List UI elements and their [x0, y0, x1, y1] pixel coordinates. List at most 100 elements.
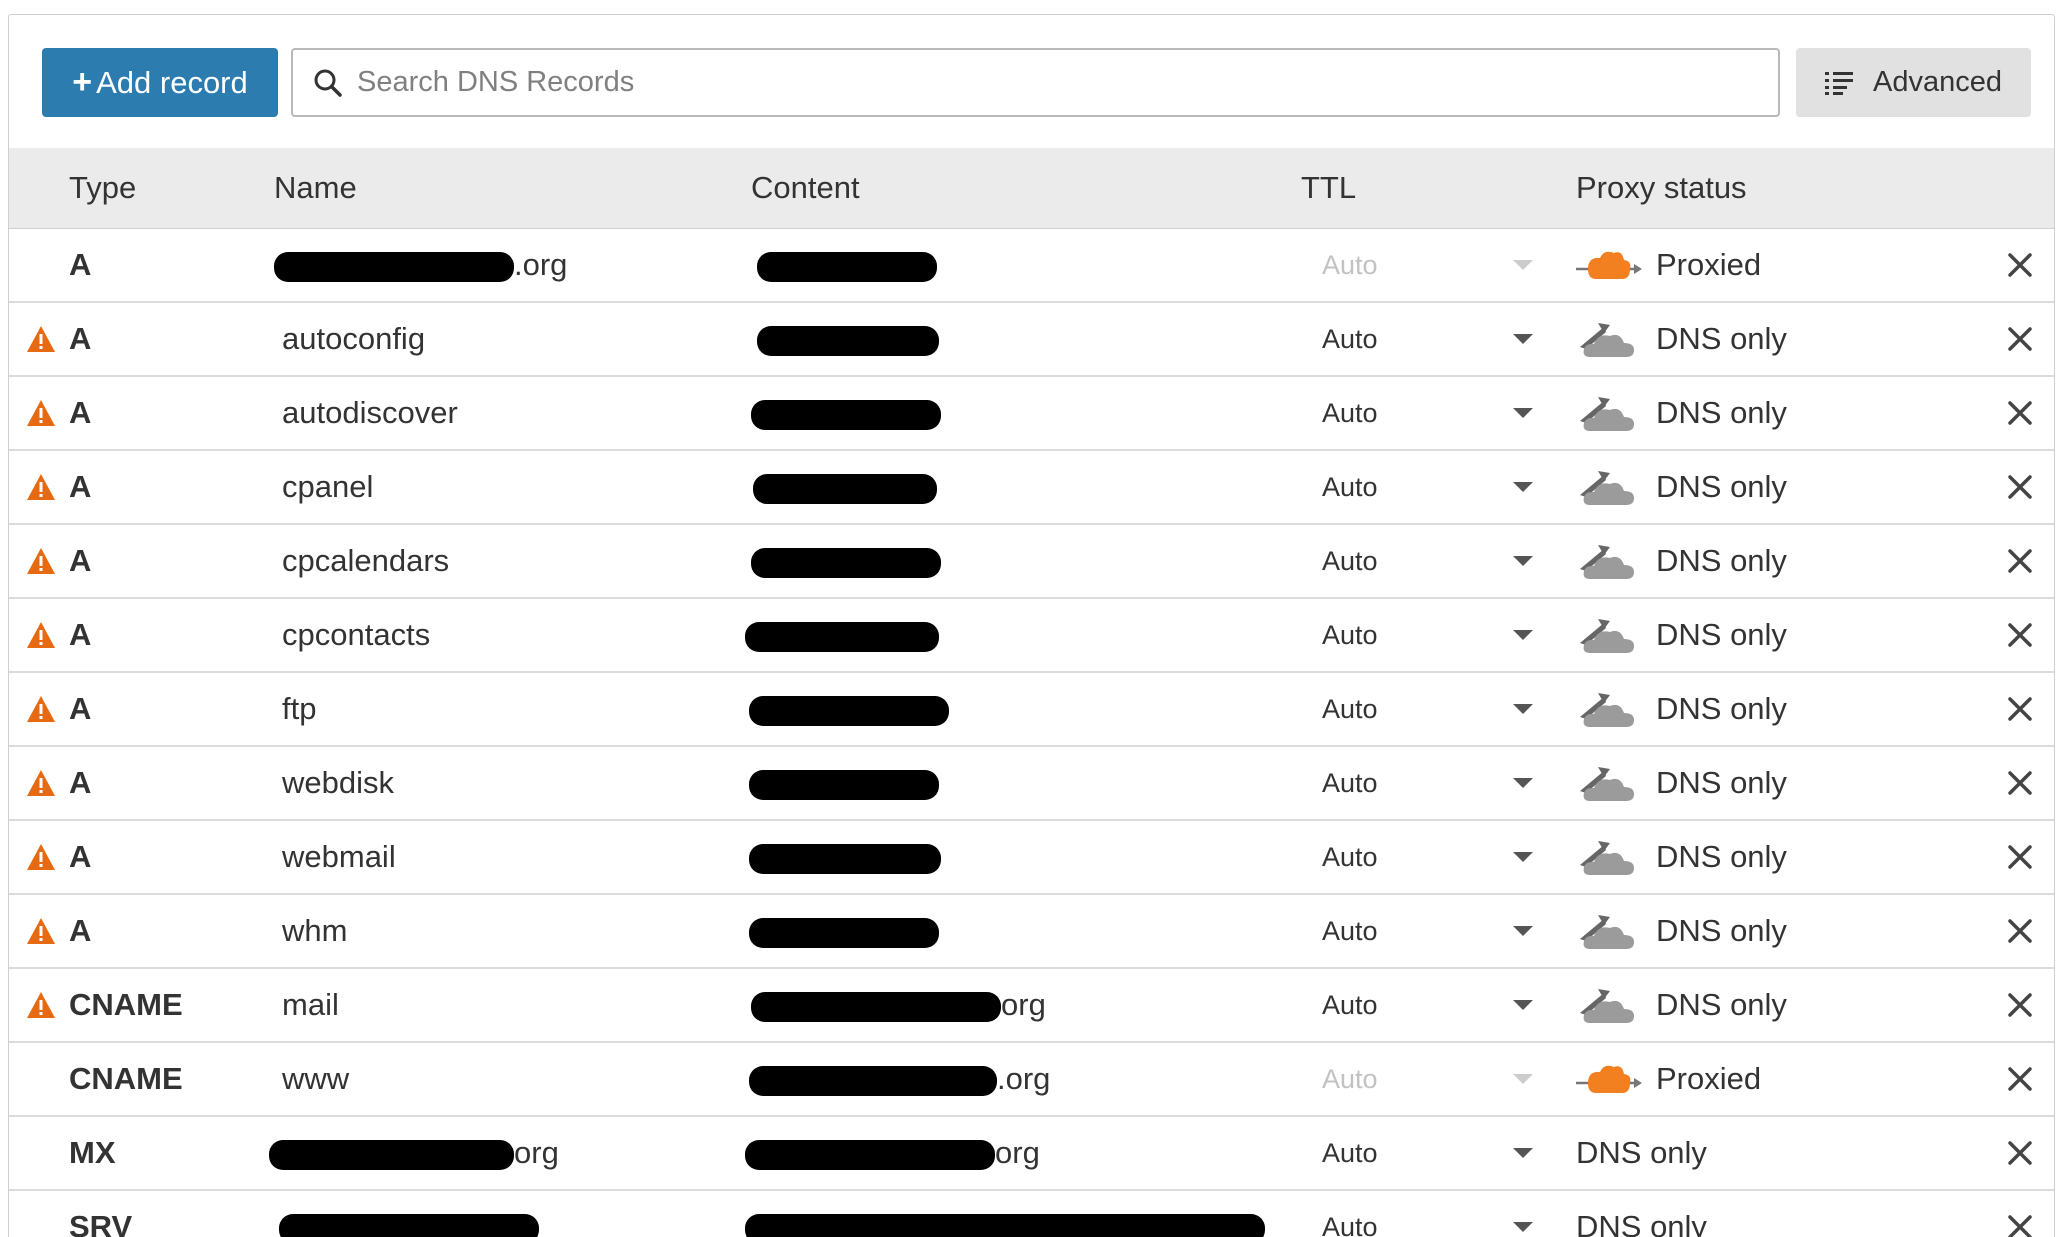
record-content-cell[interactable] [749, 895, 939, 967]
chevron-down-icon[interactable] [1513, 704, 1533, 714]
ttl-select[interactable]: Auto [1322, 1191, 1378, 1237]
record-name-cell[interactable]: webmail [282, 821, 396, 893]
record-content-cell[interactable] [745, 1191, 1265, 1237]
delete-icon[interactable] [2006, 473, 2034, 501]
chevron-down-icon[interactable] [1513, 334, 1533, 344]
chevron-down-icon[interactable] [1513, 408, 1533, 418]
proxy-status[interactable]: DNS only [1656, 969, 1787, 1041]
ttl-select[interactable]: Auto [1322, 673, 1378, 745]
proxy-status[interactable]: DNS only [1656, 303, 1787, 375]
ttl-select[interactable]: Auto [1322, 525, 1378, 597]
chevron-down-icon[interactable] [1513, 482, 1533, 492]
proxy-status[interactable]: DNS only [1656, 599, 1787, 671]
ttl-select[interactable]: Auto [1322, 969, 1378, 1041]
chevron-down-icon[interactable] [1513, 1222, 1533, 1232]
record-content-cell[interactable] [757, 303, 939, 375]
record-name-cell[interactable]: autodiscover [282, 377, 458, 449]
warning-icon[interactable] [26, 843, 56, 871]
warning-icon[interactable] [26, 399, 56, 427]
ttl-select[interactable]: Auto [1322, 1117, 1378, 1189]
delete-icon[interactable] [2006, 251, 2034, 279]
record-name-cell[interactable]: whm [282, 895, 347, 967]
record-name-cell[interactable]: www [282, 1043, 349, 1115]
redacted-block [269, 1139, 514, 1170]
proxy-status[interactable]: DNS only [1656, 525, 1787, 597]
delete-icon[interactable] [2006, 769, 2034, 797]
chevron-down-icon[interactable] [1513, 1000, 1533, 1010]
chevron-down-icon[interactable] [1513, 852, 1533, 862]
record-content-cell[interactable] [749, 747, 939, 819]
ttl-select[interactable]: Auto [1322, 451, 1378, 523]
record-content-cell[interactable] [753, 451, 937, 523]
column-header-proxy-status[interactable]: Proxy status [1576, 148, 1747, 228]
record-content-cell[interactable] [751, 377, 941, 449]
warning-icon[interactable] [26, 917, 56, 945]
record-name-cell[interactable]: autoconfig [282, 303, 425, 375]
proxy-status[interactable]: DNS only [1656, 377, 1787, 449]
proxy-status[interactable]: Proxied [1656, 1043, 1761, 1115]
delete-icon[interactable] [2006, 1065, 2034, 1093]
column-header-content[interactable]: Content [751, 148, 860, 228]
warning-icon[interactable] [26, 695, 56, 723]
proxy-status[interactable]: DNS only [1656, 747, 1787, 819]
record-name-cell[interactable]: org [269, 1117, 559, 1189]
add-record-button[interactable]: + Add record [42, 48, 278, 117]
proxy-status[interactable]: DNS only [1656, 821, 1787, 893]
column-header-type[interactable]: Type [69, 148, 136, 228]
record-content-cell[interactable] [749, 673, 949, 745]
chevron-down-icon[interactable] [1513, 630, 1533, 640]
delete-icon[interactable] [2006, 1139, 2034, 1167]
advanced-button[interactable]: Advanced [1796, 48, 2031, 117]
ttl-select[interactable]: Auto [1322, 599, 1378, 671]
ttl-select[interactable]: Auto [1322, 377, 1378, 449]
search-box[interactable] [291, 48, 1780, 117]
chevron-down-icon[interactable] [1513, 556, 1533, 566]
record-name-cell[interactable]: ftp [282, 673, 316, 745]
record-content-cell[interactable] [745, 599, 939, 671]
record-name-cell[interactable] [279, 1191, 539, 1237]
record-content-cell[interactable] [751, 525, 941, 597]
record-content-cell[interactable]: org [751, 969, 1046, 1041]
record-name-cell[interactable]: cpcalendars [282, 525, 449, 597]
warning-icon[interactable] [26, 769, 56, 797]
record-name-cell[interactable]: webdisk [282, 747, 394, 819]
search-input[interactable] [355, 65, 1778, 100]
ttl-select[interactable]: Auto [1322, 303, 1378, 375]
chevron-down-icon[interactable] [1513, 778, 1533, 788]
delete-icon[interactable] [2006, 917, 2034, 945]
delete-icon[interactable] [2006, 399, 2034, 427]
proxy-status[interactable]: DNS only [1656, 895, 1787, 967]
record-name-cell[interactable]: cpanel [282, 451, 373, 523]
dns-record-row: Awebmail Auto DNS only [9, 821, 2054, 895]
column-header-ttl[interactable]: TTL [1301, 148, 1356, 228]
delete-icon[interactable] [2006, 621, 2034, 649]
delete-icon[interactable] [2006, 325, 2034, 353]
warning-icon[interactable] [26, 547, 56, 575]
record-content-cell[interactable] [757, 229, 937, 301]
column-header-name[interactable]: Name [274, 148, 357, 228]
record-name-cell[interactable]: cpcontacts [282, 599, 430, 671]
delete-icon[interactable] [2006, 843, 2034, 871]
record-name-cell[interactable]: .org [274, 229, 567, 301]
record-content-cell[interactable]: .org [749, 1043, 1050, 1115]
warning-icon[interactable] [26, 325, 56, 353]
delete-icon[interactable] [2006, 991, 2034, 1019]
warning-icon[interactable] [26, 991, 56, 1019]
delete-icon[interactable] [2006, 1213, 2034, 1237]
ttl-select[interactable]: Auto [1322, 821, 1378, 893]
proxy-status[interactable]: DNS only [1656, 451, 1787, 523]
record-name-cell[interactable]: mail [282, 969, 339, 1041]
record-content-cell[interactable] [749, 821, 941, 893]
record-content-cell[interactable]: org [745, 1117, 1040, 1189]
chevron-down-icon[interactable] [1513, 1148, 1533, 1158]
delete-icon[interactable] [2006, 695, 2034, 723]
delete-icon[interactable] [2006, 547, 2034, 575]
dns-only-cloud-icon [1580, 767, 1634, 801]
warning-icon[interactable] [26, 621, 56, 649]
ttl-select[interactable]: Auto [1322, 747, 1378, 819]
ttl-select[interactable]: Auto [1322, 895, 1378, 967]
chevron-down-icon[interactable] [1513, 926, 1533, 936]
proxy-status[interactable]: DNS only [1656, 673, 1787, 745]
proxy-status[interactable]: Proxied [1656, 229, 1761, 301]
warning-icon[interactable] [26, 473, 56, 501]
